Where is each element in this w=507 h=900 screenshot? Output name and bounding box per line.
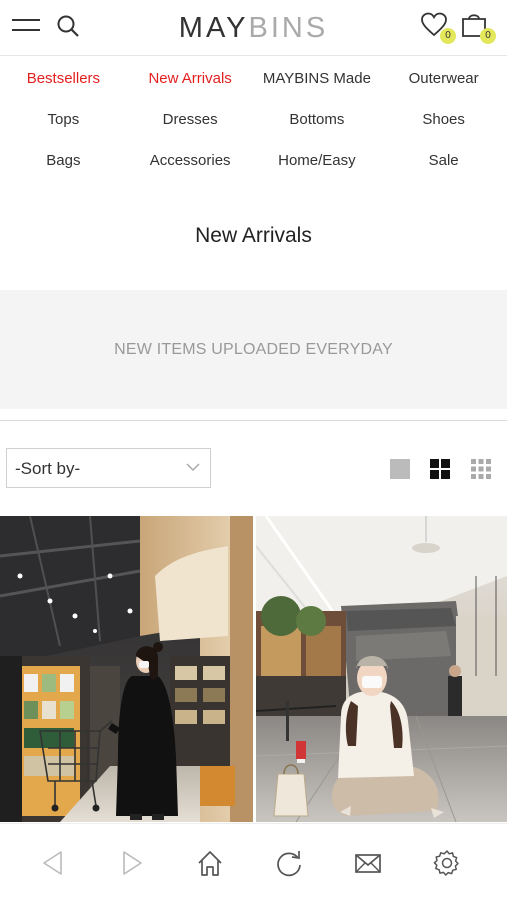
- single-view-button[interactable]: [389, 458, 411, 480]
- woman-sitting-mall-photo: [256, 516, 507, 822]
- product-grid: [0, 516, 507, 822]
- grid-2-view-icon: [430, 459, 450, 479]
- category-accessories[interactable]: Accessories: [127, 152, 254, 169]
- category-home-easy[interactable]: Home/Easy: [254, 152, 381, 169]
- cart-button[interactable]: 0: [460, 12, 496, 44]
- settings-icon: [433, 850, 459, 876]
- announcement-banner: NEW ITEMS UPLOADED EVERYDAY: [0, 290, 507, 409]
- back-icon: [43, 851, 62, 875]
- divider: [0, 420, 507, 421]
- back-button[interactable]: [39, 848, 69, 878]
- category-dresses[interactable]: Dresses: [127, 111, 254, 128]
- mail-icon: [355, 854, 381, 873]
- category-maybins-made[interactable]: MAYBINS Made: [254, 70, 381, 87]
- cart-count-badge: 0: [480, 28, 496, 44]
- logo-light-part: BINS: [248, 12, 329, 44]
- grid-2-view-button[interactable]: [429, 458, 451, 480]
- logo-dark-part: MAY: [178, 12, 249, 44]
- mail-button[interactable]: [353, 848, 383, 878]
- home-icon: [198, 851, 222, 876]
- forward-button[interactable]: [116, 848, 146, 878]
- sort-select[interactable]: -Sort by-: [6, 448, 211, 488]
- bottom-nav-bar: [0, 823, 507, 900]
- grid-3-view-icon: [471, 459, 491, 479]
- product-card[interactable]: [256, 516, 507, 822]
- home-button[interactable]: [195, 848, 225, 878]
- category-bottoms[interactable]: Bottoms: [254, 111, 381, 128]
- chevron-down-icon: [186, 463, 200, 472]
- single-view-icon: [390, 459, 410, 479]
- category-row: Bags Accessories Home/Easy Sale: [0, 140, 507, 181]
- settings-button[interactable]: [432, 848, 462, 878]
- category-sale[interactable]: Sale: [380, 152, 507, 169]
- category-new-arrivals[interactable]: New Arrivals: [127, 70, 254, 87]
- category-bestsellers[interactable]: Bestsellers: [0, 70, 127, 87]
- refresh-icon: [277, 851, 301, 877]
- category-row: Bestsellers New Arrivals MAYBINS Made Ou…: [0, 58, 507, 99]
- woman-shopping-cart-photo: [0, 516, 253, 822]
- category-bags[interactable]: Bags: [0, 152, 127, 169]
- wishlist-count-badge: 0: [440, 28, 456, 44]
- product-card[interactable]: [0, 516, 253, 822]
- category-nav: Bestsellers New Arrivals MAYBINS Made Ou…: [0, 58, 507, 181]
- category-outerwear[interactable]: Outerwear: [380, 70, 507, 87]
- category-tops[interactable]: Tops: [0, 111, 127, 128]
- category-row: Tops Dresses Bottoms Shoes: [0, 99, 507, 140]
- grid-3-view-button[interactable]: [470, 458, 492, 480]
- forward-icon: [123, 851, 142, 875]
- banner-text: NEW ITEMS UPLOADED EVERYDAY: [114, 340, 393, 358]
- header: MAYBINS 0 0: [0, 0, 507, 56]
- refresh-button[interactable]: [274, 848, 304, 878]
- category-shoes[interactable]: Shoes: [380, 111, 507, 128]
- sort-select-value: -Sort by-: [15, 459, 81, 478]
- page-title: New Arrivals: [195, 224, 312, 247]
- wishlist-button[interactable]: 0: [420, 12, 456, 44]
